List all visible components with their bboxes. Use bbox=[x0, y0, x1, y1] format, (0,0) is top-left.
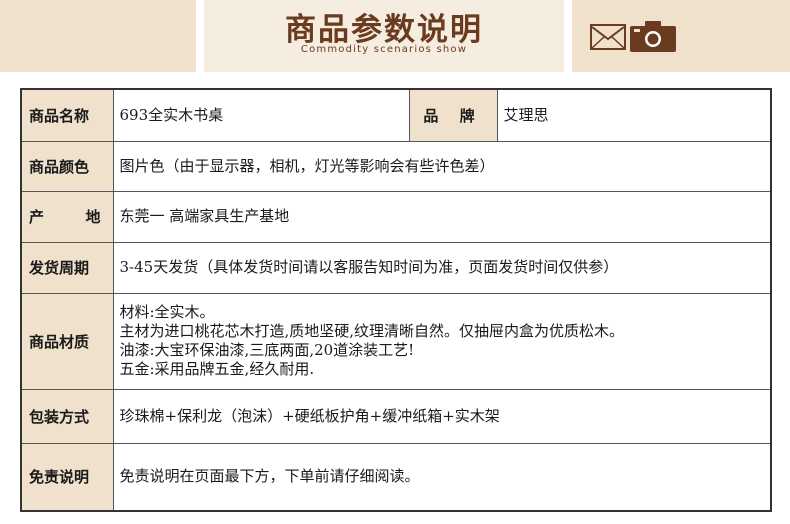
disclaimer-value: 免责说明在页面最下方，下单前请仔细阅读。 bbox=[112, 442, 772, 512]
page-title: 商品参数说明 bbox=[285, 12, 483, 48]
color-label: 商品颜色 bbox=[20, 140, 114, 192]
material-line: 油漆:大宝环保油漆,三底两面,20道涂装工艺! bbox=[119, 341, 415, 359]
spec-table: 商品名称 693全实木书桌 品 牌 艾理思 商品颜色 图片色（由于显示器，相机，… bbox=[20, 88, 772, 512]
material-value: 材料:全实木。 主材为进口桃花芯木打造,质地坚硬,纹理清晰自然。仅抽屉内盒为优质… bbox=[112, 292, 772, 390]
page-subtitle: Commodity scenarios show bbox=[300, 44, 468, 55]
packaging-label: 包装方式 bbox=[20, 388, 114, 444]
packaging-value: 珍珠棉+保利龙（泡沫）+硬纸板护角+缓冲纸箱+实木架 bbox=[112, 388, 772, 444]
table-row-delivery: 发货周期 3-45天发货（具体发货时间请以客服告知时间为准，页面发货时间仅供参） bbox=[20, 241, 772, 294]
color-value: 图片色（由于显示器，相机，灯光等影响会有些许色差） bbox=[112, 140, 772, 192]
brand-value: 艾理思 bbox=[496, 88, 772, 142]
origin-label: 产 地 bbox=[20, 190, 114, 243]
table-row-origin: 产 地 东莞一 高端家具生产基地 bbox=[20, 190, 772, 243]
table-row-disclaimer: 免责说明 免责说明在页面最下方，下单前请仔细阅读。 bbox=[20, 442, 772, 512]
table-row-material: 商品材质 材料:全实木。 主材为进口桃花芯木打造,质地坚硬,纹理清晰自然。仅抽屉… bbox=[20, 292, 772, 390]
banner-title-panel: 商品参数说明 Commodity scenarios show bbox=[204, 0, 564, 72]
name-value: 693全实木书桌 bbox=[112, 88, 410, 142]
delivery-label: 发货周期 bbox=[20, 241, 114, 294]
material-line: 五金:采用品牌五金,经久耐用. bbox=[119, 360, 315, 378]
banner-right-panel bbox=[572, 0, 790, 72]
table-row-name: 商品名称 693全实木书桌 品 牌 艾理思 bbox=[20, 88, 772, 142]
material-line: 材料:全实木。 bbox=[119, 303, 215, 321]
material-label: 商品材质 bbox=[20, 292, 114, 390]
disclaimer-label: 免责说明 bbox=[20, 442, 114, 512]
table-row-color: 商品颜色 图片色（由于显示器，相机，灯光等影响会有些许色差） bbox=[20, 140, 772, 192]
name-label: 商品名称 bbox=[20, 88, 114, 142]
table-row-packaging: 包装方式 珍珠棉+保利龙（泡沫）+硬纸板护角+缓冲纸箱+实木架 bbox=[20, 388, 772, 444]
banner-left-panel bbox=[0, 0, 196, 72]
header-banner: 商品参数说明 Commodity scenarios show bbox=[0, 0, 790, 72]
camera-icon bbox=[630, 21, 676, 52]
delivery-value: 3-45天发货（具体发货时间请以客服告知时间为准，页面发货时间仅供参） bbox=[112, 241, 772, 294]
material-line: 主材为进口桃花芯木打造,质地坚硬,纹理清晰自然。仅抽屉内盒为优质松木。 bbox=[119, 322, 625, 340]
banner-icons bbox=[590, 20, 680, 54]
envelope-icon bbox=[590, 24, 626, 50]
origin-value: 东莞一 高端家具生产基地 bbox=[112, 190, 772, 243]
brand-label: 品 牌 bbox=[408, 88, 498, 142]
